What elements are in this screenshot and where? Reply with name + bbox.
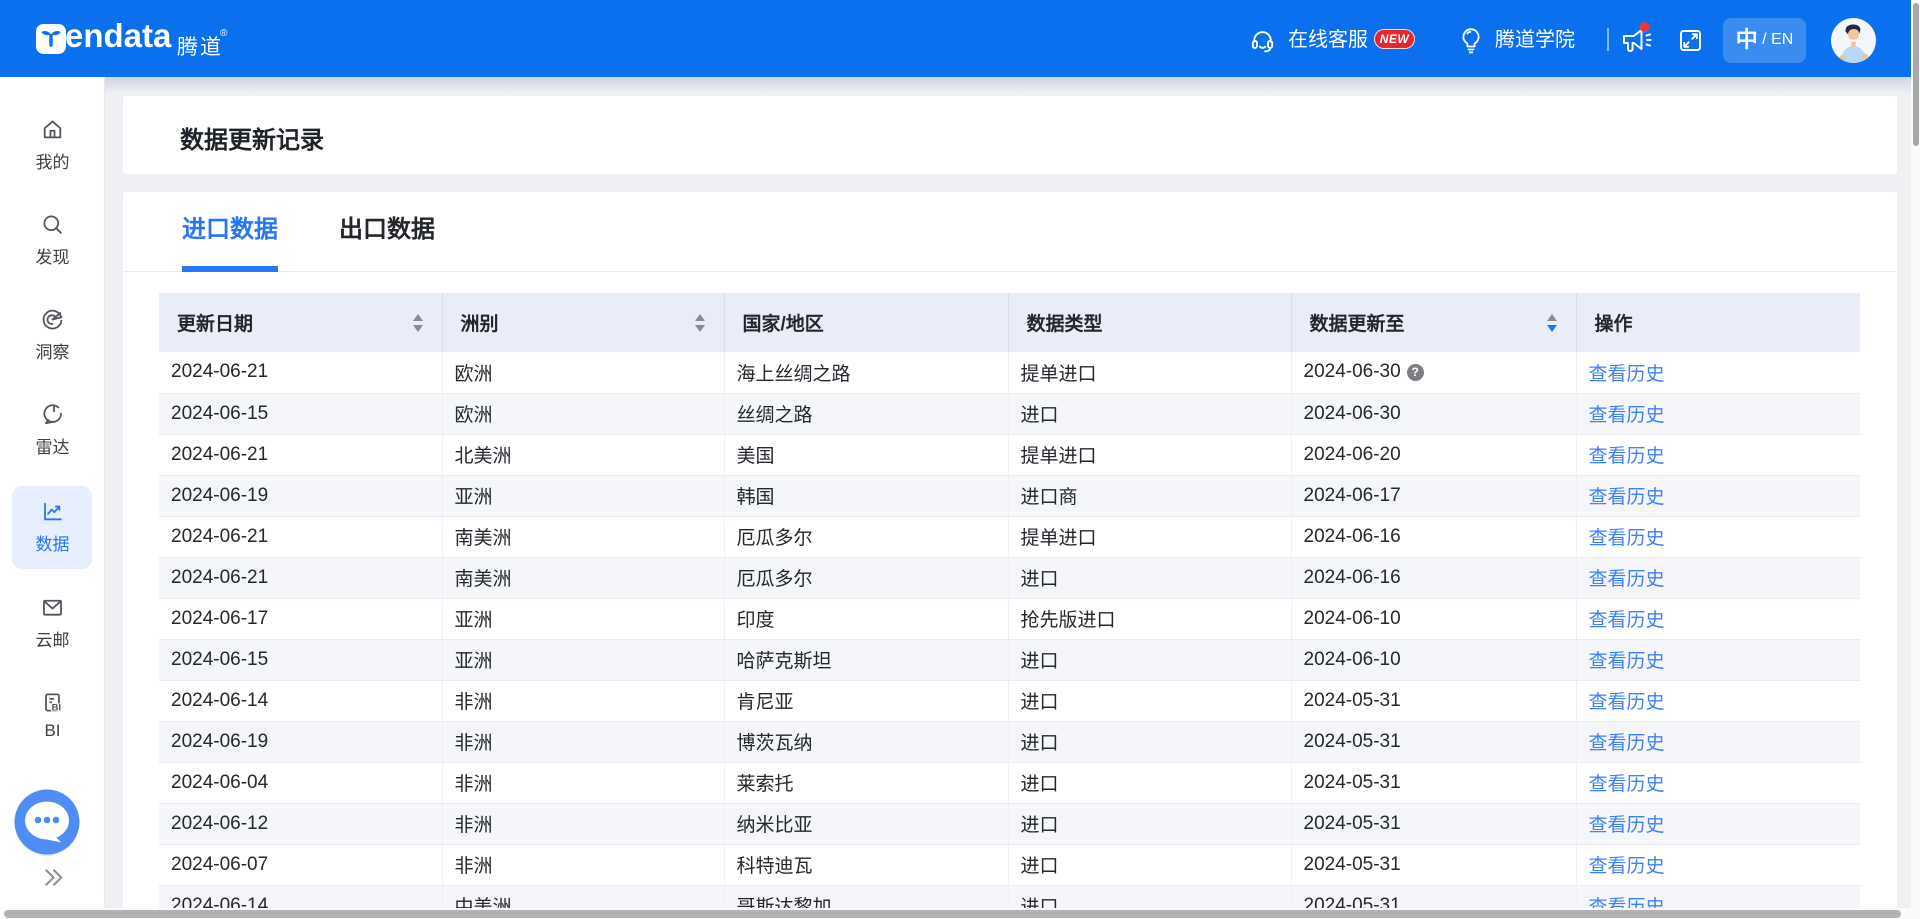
svg-text:BI: BI	[52, 703, 61, 713]
